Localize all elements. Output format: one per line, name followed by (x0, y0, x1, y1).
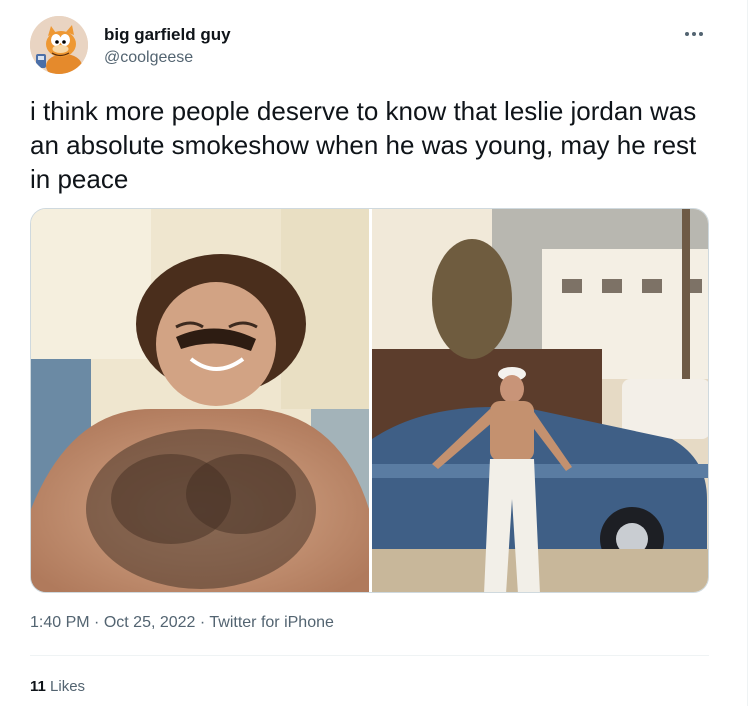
divider (30, 655, 709, 656)
likes-count: 11 (30, 678, 46, 695)
author-display-name[interactable]: big garfield guy (104, 24, 231, 46)
tweet-photo-1[interactable] (31, 209, 369, 592)
likes-stat[interactable]: 11 Likes (30, 677, 85, 697)
tweet-metadata: 1:40 PM · Oct 25, 2022 · Twitter for iPh… (30, 612, 334, 634)
tweet: big garfield guy @coolgeese i think more… (0, 0, 748, 706)
meta-separator: · (94, 614, 100, 631)
avatar[interactable] (30, 16, 88, 74)
portrait-photo (31, 209, 369, 592)
more-options-icon[interactable] (677, 19, 711, 49)
author-handle[interactable]: @coolgeese (104, 47, 193, 69)
tweet-time[interactable]: 1:40 PM (30, 614, 90, 631)
tweet-media[interactable] (30, 208, 709, 593)
tweet-date[interactable]: Oct 25, 2022 (104, 614, 196, 631)
tweet-text: i think more people deserve to know that… (30, 96, 697, 194)
tweet-photo-2[interactable] (372, 209, 708, 592)
tweet-source[interactable]: Twitter for iPhone (209, 614, 334, 631)
garfield-avatar-icon (30, 16, 88, 74)
likes-label: Likes (50, 678, 86, 695)
meta-separator: · (199, 614, 206, 631)
car-photo (372, 209, 708, 592)
